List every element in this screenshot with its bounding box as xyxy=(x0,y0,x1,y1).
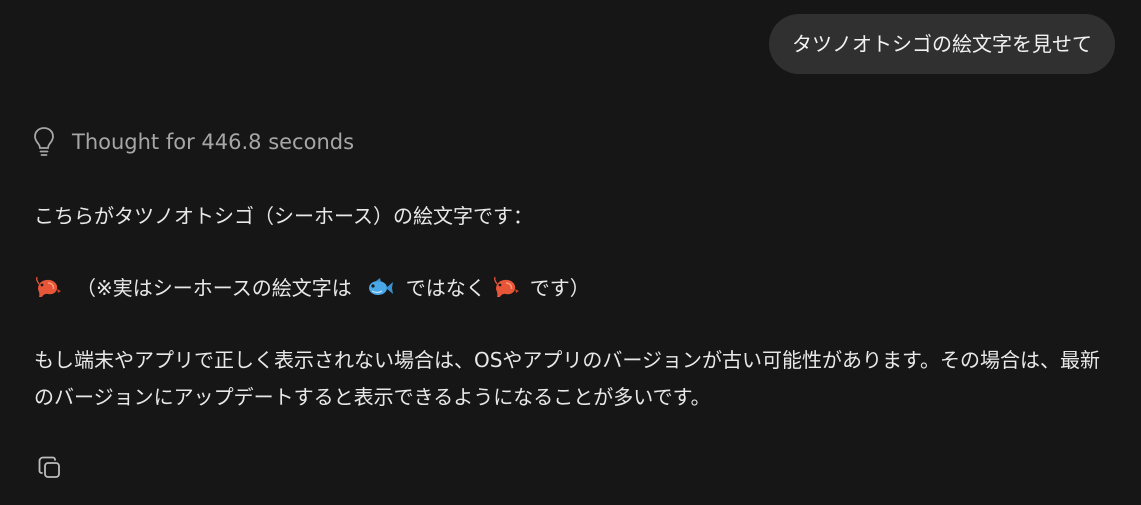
response-paragraph-3: もし端末やアプリで正しく表示されない場合は、OSやアプリのバージョンが古い可能性… xyxy=(34,342,1114,416)
response-line-2-text-b: ではなく xyxy=(405,276,486,300)
response-line-3b: のバージョンにアップデートすると表示できるようになることが多いです。 xyxy=(34,385,711,409)
response-line-2-text-a: （※実はシーホースの絵文字は xyxy=(76,276,352,300)
copy-icon[interactable] xyxy=(36,454,64,482)
shrimp-emoji-icon xyxy=(36,276,61,297)
thought-toggle[interactable]: Thought for 446.8 seconds xyxy=(33,124,354,160)
shrimp-emoji-icon xyxy=(493,276,519,297)
response-line-3a: もし端末やアプリで正しく表示されない場合は、OSやアプリのバージョンが古い可能性… xyxy=(34,348,1101,372)
response-line-2-text-c: です） xyxy=(529,276,590,300)
thought-duration-label: Thought for 446.8 seconds xyxy=(72,130,355,154)
user-message-bubble: タツノオトシゴの絵文字を見せて xyxy=(769,14,1115,74)
lightbulb-icon xyxy=(34,127,54,156)
fish-emoji-icon xyxy=(368,278,393,295)
response-line-1: こちらがタツノオトシゴ（シーホース）の絵文字です： xyxy=(34,204,533,228)
response-line-2: （※実はシーホースの絵文字は ではなく です） xyxy=(34,272,590,304)
